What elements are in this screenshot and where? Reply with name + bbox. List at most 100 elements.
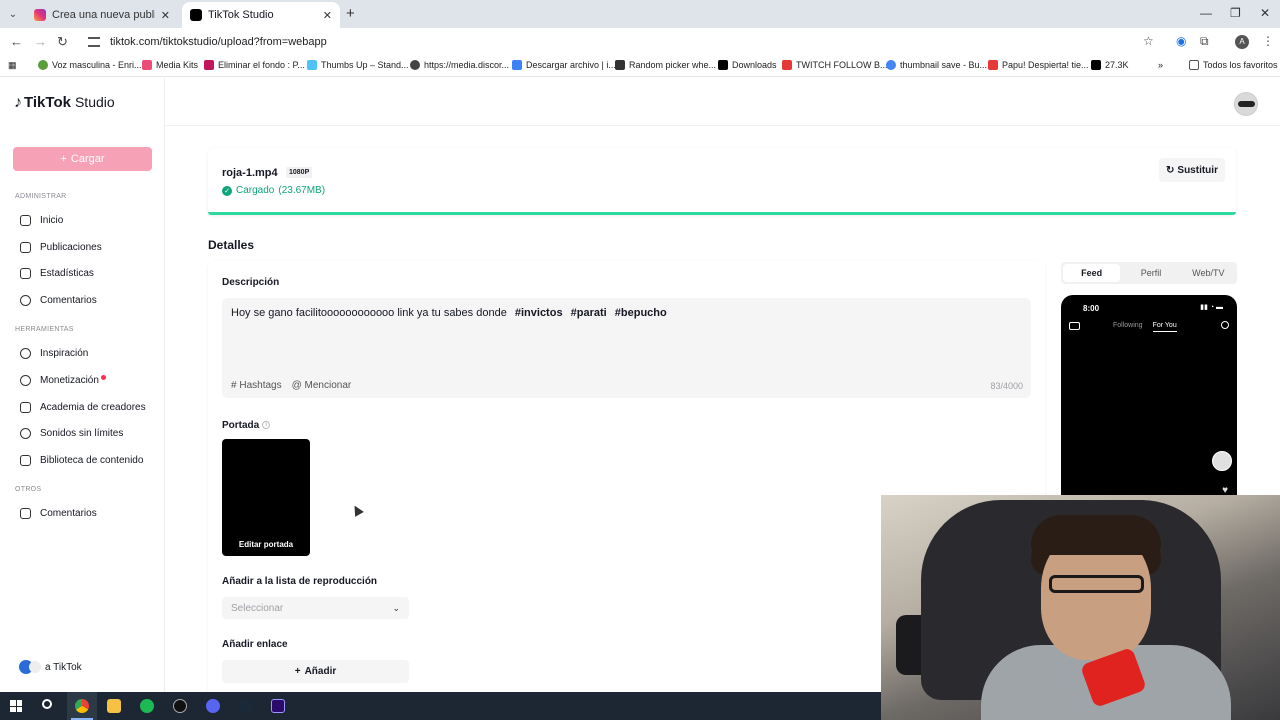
music-icon	[20, 428, 31, 439]
person-hair-top	[1031, 515, 1161, 555]
description-input[interactable]: Hoy se gano facilitoooooooooooo link ya …	[222, 298, 1031, 398]
bookmark[interactable]: TWITCH FOLLOW B...	[782, 60, 888, 70]
sidebar-item-comentarios-otros[interactable]: Comentarios	[20, 508, 97, 519]
back-icon[interactable]: ←	[10, 34, 23, 49]
hashtags-button[interactable]: # Hashtags	[231, 380, 282, 391]
resolution-badge: 1080P	[286, 167, 313, 178]
reload-icon[interactable]: ↻	[57, 34, 68, 50]
new-tab-icon[interactable]: +	[346, 5, 355, 22]
comments-icon	[20, 295, 31, 306]
premiere-icon[interactable]	[271, 699, 285, 713]
bookmark[interactable]: Media Kits	[142, 60, 198, 70]
user-avatar[interactable]	[1234, 92, 1258, 116]
star-icon[interactable]: ☆	[1143, 34, 1154, 48]
cover-label: Portada i	[222, 420, 271, 431]
bookmark[interactable]: Eliminar el fondo : P...	[204, 60, 305, 70]
phone-feed-tabs: Following For You	[1113, 322, 1177, 332]
tab-title: TikTok Studio	[208, 9, 274, 21]
academy-icon	[20, 402, 31, 413]
analytics-icon	[20, 268, 31, 279]
bookmark[interactable]: https://media.discor...	[410, 60, 509, 70]
bookmark[interactable]: 27.3K	[1091, 60, 1129, 70]
tab-perfil[interactable]: Perfil	[1122, 262, 1179, 284]
obs-icon[interactable]	[173, 699, 187, 713]
playlist-select[interactable]: Seleccionar ⌄	[222, 597, 409, 619]
sidebar-item-academia[interactable]: Academia de creadores	[20, 402, 146, 413]
upload-button[interactable]: + Cargar	[13, 147, 152, 171]
extensions-icon[interactable]: ⧉	[1200, 34, 1209, 49]
bookmark[interactable]: Random picker whe...	[615, 60, 716, 70]
tab-web-tv[interactable]: Web/TV	[1180, 262, 1237, 284]
plus-icon: +	[294, 666, 301, 677]
bookmark[interactable]: Descargar archivo | i...	[512, 60, 616, 70]
back-to-tiktok-link[interactable]: a TikTok	[19, 660, 82, 674]
close-icon[interactable]: ✕	[161, 9, 170, 22]
bookmark[interactable]: Papu! Despierta! tie...	[988, 60, 1089, 70]
search-icon[interactable]	[42, 699, 52, 709]
add-link-button[interactable]: + Añadir	[222, 660, 409, 683]
upload-file-card: roja-1.mp4 1080P ✓ Cargado (23.67MB) ↻ S…	[208, 148, 1236, 215]
bookmark[interactable]: Downloads	[718, 60, 777, 70]
tab-feed[interactable]: Feed	[1063, 264, 1121, 282]
upload-status: ✓ Cargado (23.67MB)	[222, 185, 325, 196]
file-explorer-icon[interactable]	[107, 699, 121, 713]
mention-button[interactable]: @ Mencionar	[292, 380, 352, 391]
section-label: HERRAMIENTAS	[15, 326, 74, 333]
browser-tab-instagram[interactable]: Crea una nueva publicación • In ✕	[26, 2, 178, 28]
address-bar[interactable]: tiktok.com/tiktokstudio/upload?from=weba…	[80, 31, 1170, 53]
playlist-label: Añadir a la lista de reproducción	[222, 576, 378, 587]
hashtag: #parati	[570, 307, 607, 319]
upload-progress-bar	[208, 212, 1236, 215]
replace-button[interactable]: ↻ Sustituir	[1159, 158, 1225, 182]
check-circle-icon: ✓	[222, 185, 232, 196]
all-favorites-folder[interactable]: Todos los favoritos	[1189, 60, 1278, 70]
tiktok-studio-logo[interactable]: ♪ TikTok Studio	[14, 94, 115, 112]
close-window-icon[interactable]: ✕	[1260, 6, 1270, 20]
bookmark[interactable]: thumbnail save - Bu...	[886, 60, 987, 70]
description-label: Descripción	[222, 277, 280, 288]
bookmark[interactable]: Voz masculina - Enri...	[38, 60, 142, 70]
forward-icon[interactable]: →	[34, 34, 47, 49]
steam-icon[interactable]	[238, 699, 252, 713]
profile-avatar[interactable]: A	[1235, 35, 1249, 49]
site-info-icon[interactable]	[88, 37, 100, 47]
minimize-icon[interactable]: —	[1200, 6, 1212, 20]
restore-icon[interactable]: ❐	[1230, 6, 1241, 20]
discord-icon[interactable]	[206, 699, 220, 713]
url-text: tiktok.com/tiktokstudio/upload?from=weba…	[110, 36, 327, 48]
notification-dot	[100, 375, 106, 380]
sidebar-item-monetizacion[interactable]: Monetización	[20, 375, 106, 386]
details-heading: Detalles	[208, 238, 255, 252]
sidebar-item-publicaciones[interactable]: Publicaciones	[20, 242, 102, 253]
hashtag: #bepucho	[614, 307, 667, 319]
close-icon[interactable]: ✕	[323, 9, 332, 22]
cover-thumbnail[interactable]: Editar portada	[222, 439, 310, 556]
sidebar-item-comentarios[interactable]: Comentarios	[20, 295, 97, 306]
menu-icon[interactable]: ⋮	[1262, 34, 1274, 48]
search-icon	[1221, 321, 1229, 329]
library-icon	[20, 455, 31, 466]
edit-cover-button[interactable]: Editar portada	[222, 540, 310, 549]
windows-start-icon[interactable]	[10, 700, 22, 712]
windows-taskbar	[0, 692, 881, 720]
bookmark[interactable]: Thumbs Up – Stand...	[307, 60, 409, 70]
sidebar-item-biblioteca[interactable]: Biblioteca de contenido	[20, 455, 143, 466]
more-bookmarks-icon[interactable]: »	[1158, 60, 1163, 70]
info-icon[interactable]: i	[262, 421, 271, 430]
tab-search-icon[interactable]: ⌄	[4, 5, 22, 23]
apps-icon[interactable]: ▦	[8, 60, 17, 71]
sidebar-item-inicio[interactable]: Inicio	[20, 215, 63, 226]
tiktok-icon	[190, 9, 202, 21]
sidebar-item-sonidos[interactable]: Sonidos sin límites	[20, 428, 123, 439]
browser-tab-tiktok-studio[interactable]: TikTok Studio ✕	[182, 2, 340, 28]
instagram-icon	[34, 9, 46, 21]
posts-icon	[20, 242, 31, 253]
extension-audio-icon[interactable]: ◉	[1176, 34, 1186, 48]
sidebar-item-inspiracion[interactable]: Inspiración	[20, 348, 88, 359]
tiktok-note-icon: ♪	[14, 94, 22, 111]
sidebar-item-estadisticas[interactable]: Estadísticas	[20, 268, 94, 279]
chrome-icon[interactable]	[75, 699, 89, 713]
refresh-icon: ↻	[1166, 164, 1175, 176]
browser-toolbar: ← → ↻ tiktok.com/tiktokstudio/upload?fro…	[0, 28, 1280, 56]
spotify-icon[interactable]	[140, 699, 154, 713]
